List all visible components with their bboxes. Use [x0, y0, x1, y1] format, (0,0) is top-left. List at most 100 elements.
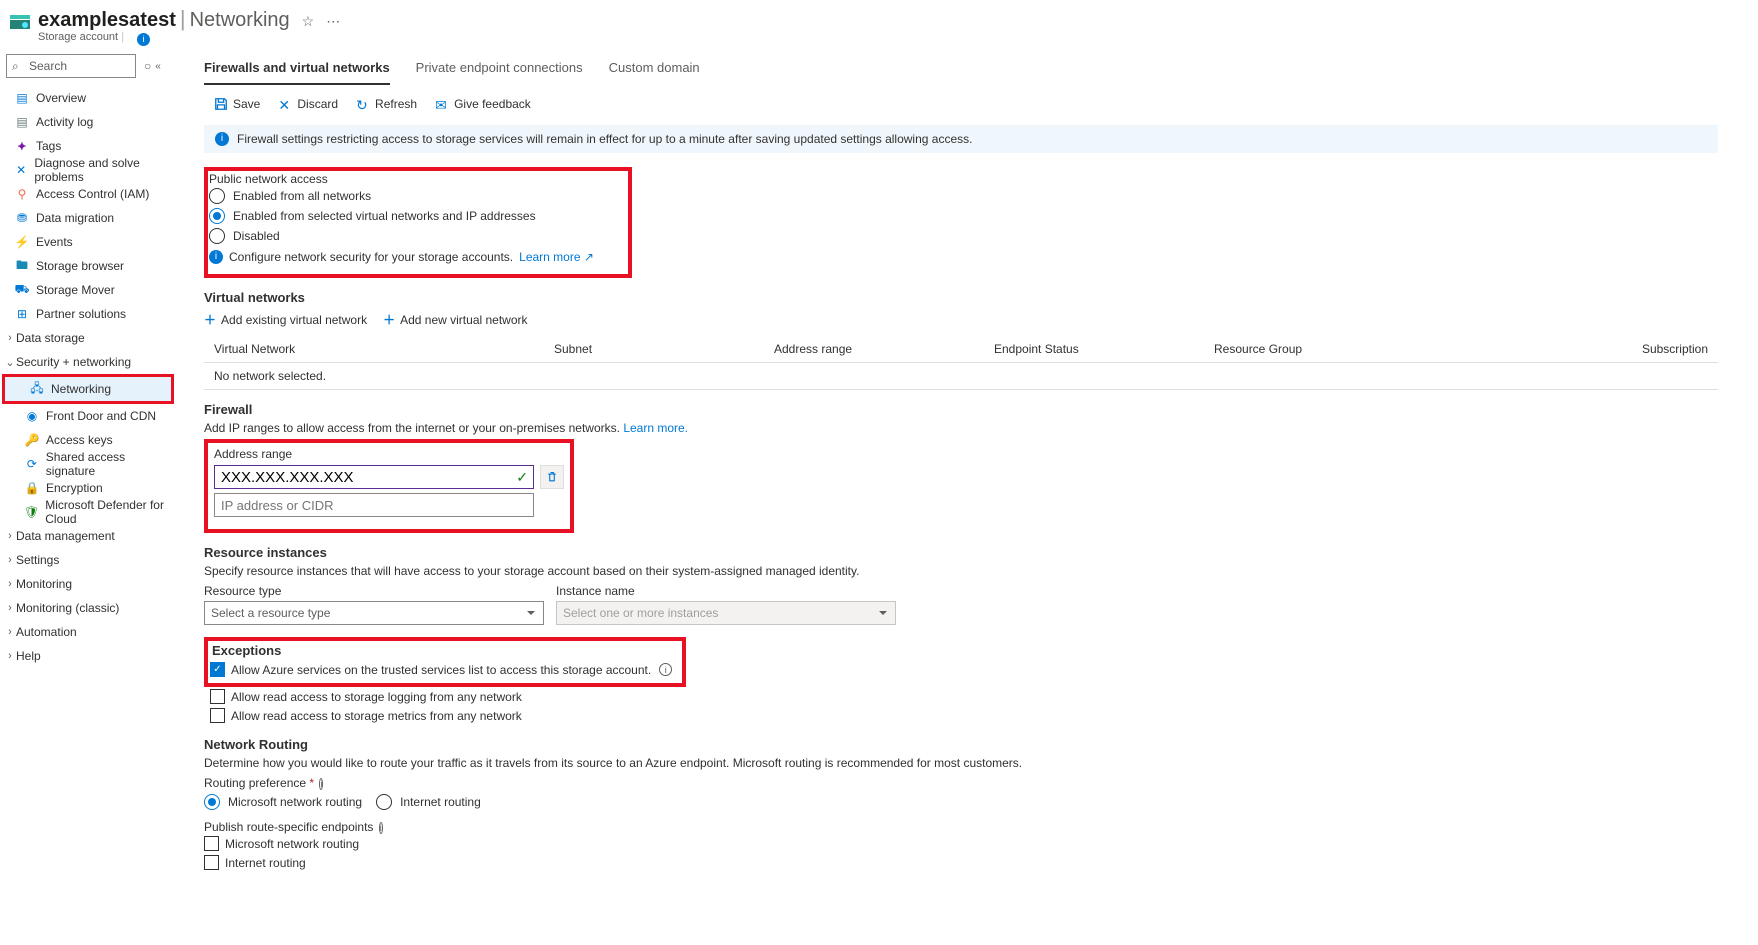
info-banner: iFirewall settings restricting access to…	[204, 125, 1718, 153]
resource-name: examplesatest	[38, 9, 176, 32]
resource-type: Storage account	[38, 31, 118, 43]
nav-data-management[interactable]: ›Data management	[0, 524, 176, 548]
radio-icon	[376, 794, 392, 810]
ex-cb-trusted[interactable]: ✓Allow Azure services on the trusted ser…	[210, 660, 672, 679]
nav-security-networking[interactable]: ⌄Security + networking	[0, 350, 176, 374]
search-icon: ⌕	[12, 59, 19, 74]
ri-desc: Specify resource instances that will hav…	[204, 564, 1758, 578]
nav-front-door[interactable]: ◉Front Door and CDN	[0, 404, 176, 428]
radio-icon	[209, 228, 225, 244]
vn-title: Virtual networks	[204, 290, 1758, 305]
nav-partner[interactable]: ⊞Partner solutions	[0, 302, 176, 326]
tab-firewalls[interactable]: Firewalls and virtual networks	[204, 54, 390, 85]
nav-data-storage[interactable]: ›Data storage	[0, 326, 176, 350]
fw-learn-link[interactable]: Learn more.	[623, 421, 688, 435]
info-icon[interactable]: i	[137, 33, 150, 46]
pna-title: Public network access	[209, 172, 594, 186]
chevron-down-icon: ⌄	[4, 356, 16, 369]
nav-tags[interactable]: ⯌Tags	[0, 134, 176, 158]
nav-automation[interactable]: ›Automation	[0, 620, 176, 644]
nr-cb-internet[interactable]: Internet routing	[204, 853, 1758, 872]
refresh-icon: ↻	[356, 97, 370, 111]
chevron-right-icon: ›	[4, 626, 16, 638]
pin-icon[interactable]: ☆	[302, 13, 315, 30]
nav-settings[interactable]: ›Settings	[0, 548, 176, 572]
info-icon[interactable]: i	[379, 822, 383, 834]
nav-monitoring-classic[interactable]: ›Monitoring (classic)	[0, 596, 176, 620]
ri-type-label: Resource type	[204, 584, 544, 598]
nr-title: Network Routing	[204, 737, 1758, 752]
nav-data-migration[interactable]: ⛃Data migration	[0, 206, 176, 230]
chevron-right-icon: ›	[4, 602, 16, 614]
save-button[interactable]: Save	[214, 97, 260, 111]
pna-radio-selected[interactable]: Enabled from selected virtual networks a…	[209, 206, 594, 226]
discard-button[interactable]: ✕Discard	[278, 97, 338, 111]
pna-radio-disabled[interactable]: Disabled	[209, 226, 594, 246]
sidebar-collapse-icon[interactable]: ○	[144, 59, 151, 73]
nav-iam[interactable]: ⚲Access Control (IAM)	[0, 182, 176, 206]
feedback-button[interactable]: ✉Give feedback	[435, 97, 531, 111]
nav-events[interactable]: ⚡Events	[0, 230, 176, 254]
nav-diagnose[interactable]: ✕Diagnose and solve problems	[0, 158, 176, 182]
tab-custom-domain[interactable]: Custom domain	[609, 54, 700, 85]
chevron-right-icon: ›	[4, 650, 16, 662]
nav-storage-browser[interactable]: 🖿Storage browser	[0, 254, 176, 278]
fw-addr-input[interactable]	[214, 465, 534, 489]
checkbox-icon: ✓	[210, 662, 225, 677]
nav-networking[interactable]: 🖧Networking	[5, 377, 171, 401]
nav-overview[interactable]: ▤Overview	[0, 86, 176, 110]
checkbox-icon	[210, 689, 225, 704]
ex-cb-logging[interactable]: Allow read access to storage logging fro…	[210, 687, 1758, 706]
pna-learn-link[interactable]: Learn more ↗	[519, 250, 594, 264]
nr-desc: Determine how you would like to route yo…	[204, 756, 1758, 770]
chevron-right-icon: ›	[4, 530, 16, 542]
vn-table: Virtual Network Subnet Address range End…	[204, 336, 1718, 390]
nr-publish-label: Publish route-specific endpoints	[204, 820, 373, 834]
ri-title: Resource instances	[204, 545, 1758, 560]
ri-name-label: Instance name	[556, 584, 896, 598]
delete-button[interactable]	[540, 465, 564, 489]
plus-icon: ＋	[383, 311, 395, 328]
sidebar-collapse2-icon[interactable]: «	[155, 61, 161, 72]
radio-icon	[209, 208, 225, 224]
refresh-button[interactable]: ↻Refresh	[356, 97, 417, 111]
nav-defender[interactable]: 🛡Microsoft Defender for Cloud	[0, 500, 176, 524]
vn-col-rg: Resource Group	[1214, 342, 1414, 356]
add-new-vn[interactable]: ＋Add new virtual network	[383, 311, 527, 328]
page-header: examplesatest | Networking ☆ ⋯ Storage a…	[0, 0, 1758, 46]
checkbox-icon	[204, 836, 219, 851]
nav-activity-log[interactable]: ▤Activity log	[0, 110, 176, 134]
plus-icon: ＋	[204, 311, 216, 328]
info-icon[interactable]: i	[659, 663, 672, 676]
pna-radio-all[interactable]: Enabled from all networks	[209, 186, 594, 206]
add-existing-vn[interactable]: ＋Add existing virtual network	[204, 311, 367, 328]
trash-icon	[546, 471, 558, 483]
vn-col-network: Virtual Network	[214, 342, 554, 356]
storage-account-icon	[8, 10, 32, 34]
nr-radio-ms[interactable]: Microsoft network routing	[204, 792, 362, 812]
nav-help[interactable]: ›Help	[0, 644, 176, 668]
nav-storage-mover[interactable]: ⛟Storage Mover	[0, 278, 176, 302]
nav-encryption[interactable]: 🔒Encryption	[0, 476, 176, 500]
fw-title: Firewall	[204, 402, 1758, 417]
ri-type-select[interactable]: Select a resource type	[204, 601, 544, 625]
fw-desc: Add IP ranges to allow access from the i…	[204, 421, 1758, 435]
ex-cb-metrics[interactable]: Allow read access to storage metrics fro…	[210, 706, 1758, 725]
nr-cb-ms[interactable]: Microsoft network routing	[204, 834, 1758, 853]
info-icon: i	[209, 250, 223, 264]
tab-private-endpoint[interactable]: Private endpoint connections	[416, 54, 583, 85]
fw-addr-placeholder-input[interactable]	[214, 493, 534, 517]
vn-empty: No network selected.	[204, 362, 1718, 390]
info-icon[interactable]: i	[319, 778, 323, 790]
feedback-icon: ✉	[435, 97, 449, 111]
more-icon[interactable]: ⋯	[326, 13, 340, 30]
nr-radio-internet[interactable]: Internet routing	[376, 792, 481, 812]
chevron-right-icon: ›	[4, 554, 16, 566]
fw-addr-label: Address range	[214, 447, 564, 461]
tabs: Firewalls and virtual networks Private e…	[204, 54, 1758, 85]
nav-sas[interactable]: ⟳Shared access signature	[0, 452, 176, 476]
nav-monitoring[interactable]: ›Monitoring	[0, 572, 176, 596]
search-input[interactable]	[6, 54, 136, 78]
radio-icon	[209, 188, 225, 204]
nav-access-keys[interactable]: 🔑Access keys	[0, 428, 176, 452]
